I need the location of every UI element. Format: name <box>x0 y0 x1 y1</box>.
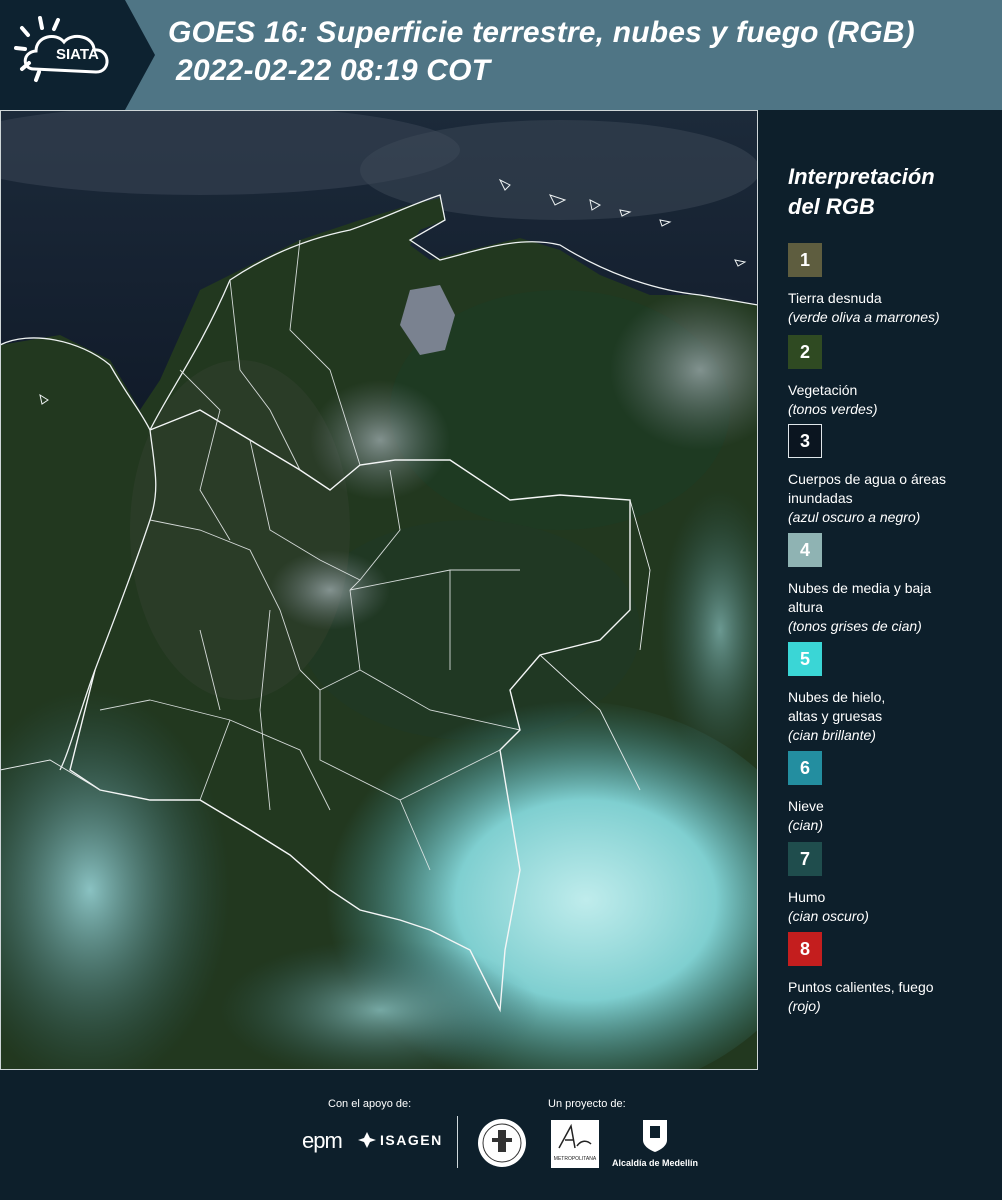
isagen-text: ISAGEN <box>380 1132 443 1148</box>
legend-title: Interpretación del RGB <box>788 162 935 222</box>
support-label: Con el apoyo de: <box>328 1098 412 1110</box>
project-label: Un proyecto de: <box>548 1098 626 1110</box>
legend-desc: (tonos verdes) <box>788 401 878 417</box>
legend-item-hotspots: 8 Puntos calientes, fuego (rojo) <box>788 932 998 1016</box>
legend-number: 3 <box>799 430 810 451</box>
legend-desc: (cian brillante) <box>788 727 876 743</box>
epm-logo: epm <box>302 1128 343 1153</box>
university-seal-icon <box>478 1119 526 1167</box>
legend-label: Puntos calientes, fuego <box>788 979 934 995</box>
area-script-icon <box>558 1123 592 1149</box>
page-timestamp: 2022-02-22 08:19 COT <box>176 54 491 87</box>
legend-number: 6 <box>799 757 810 778</box>
legend-number: 1 <box>799 249 810 270</box>
legend-item-ice-clouds: 5 Nubes de hielo, altas y gruesas (cian … <box>788 642 998 745</box>
legend-number: 5 <box>799 648 810 669</box>
area-metropolitana-text: METROPOLITANA <box>553 1156 597 1162</box>
page-title: GOES 16: Superficie terrestre, nubes y f… <box>168 16 915 49</box>
legend-desc: (cian oscuro) <box>788 908 869 924</box>
legend-desc: (verde oliva a marrones) <box>788 309 940 325</box>
isagen-logo: ISAGEN <box>358 1132 443 1148</box>
legend-label: Tierra desnuda <box>788 290 882 306</box>
header-bar: SIATA GOES 16: Superficie terrestre, nub… <box>0 0 1002 110</box>
legend-label: Nubes de media y baja altura <box>788 580 932 615</box>
legend-swatch: 1 <box>788 243 822 277</box>
legend-label: Humo <box>788 889 826 905</box>
legend-item-vegetation: 2 Vegetación (tonos verdes) <box>788 335 998 419</box>
legend-swatch: 7 <box>788 842 822 876</box>
legend-label: Cuerpos de agua o áreas inundadas <box>788 471 946 506</box>
legend-number: 8 <box>799 938 810 959</box>
legend-desc: (rojo) <box>788 998 821 1014</box>
legend-number: 7 <box>799 848 810 869</box>
footer: Con el apoyo de: Un proyecto de: epm ISA… <box>0 1070 1002 1200</box>
legend-swatch: 5 <box>788 642 822 676</box>
siata-logo-text: SIATA <box>56 46 99 63</box>
siata-logo-block: SIATA <box>0 0 155 110</box>
legend-desc: (cian) <box>788 817 824 833</box>
satellite-map <box>0 110 758 1070</box>
rgb-legend: Interpretación del RGB 1 Tierra desnuda … <box>760 110 1002 1070</box>
legend-number: 2 <box>799 341 810 362</box>
legend-desc: (tonos grises de cian) <box>788 618 922 634</box>
legend-swatch: 8 <box>788 932 822 966</box>
isagen-mark-icon <box>358 1132 376 1148</box>
medellin-coat-of-arms-icon <box>643 1120 667 1152</box>
legend-item-snow: 6 Nieve (cian) <box>788 751 998 835</box>
legend-label: Nubes de hielo, altas y gruesas <box>788 689 886 724</box>
legend-label: Vegetación <box>788 382 858 398</box>
legend-item-bare-land: 1 Tierra desnuda (verde oliva a marrones… <box>788 243 998 327</box>
legend-swatch: 3 <box>788 424 822 458</box>
legend-title-line1: Interpretación <box>788 164 935 189</box>
legend-swatch: 6 <box>788 751 822 785</box>
legend-swatch: 4 <box>788 533 822 567</box>
legend-number: 4 <box>799 539 810 560</box>
legend-item-smoke: 7 Humo (cian oscuro) <box>788 842 998 926</box>
legend-desc: (azul oscuro a negro) <box>788 509 921 525</box>
legend-label: Nieve <box>788 798 824 814</box>
legend-title-line2: del RGB <box>788 194 875 219</box>
legend-swatch: 2 <box>788 335 822 369</box>
legend-item-water-bodies: 3 Cuerpos de agua o áreas inundadas (azu… <box>788 424 998 527</box>
satellite-rgb-image <box>0 110 758 1070</box>
legend-item-mid-low-clouds: 4 Nubes de media y baja altura (tonos gr… <box>788 533 998 636</box>
alcaldia-label: Alcaldía de Medellín <box>612 1158 699 1168</box>
footer-divider <box>457 1116 458 1168</box>
